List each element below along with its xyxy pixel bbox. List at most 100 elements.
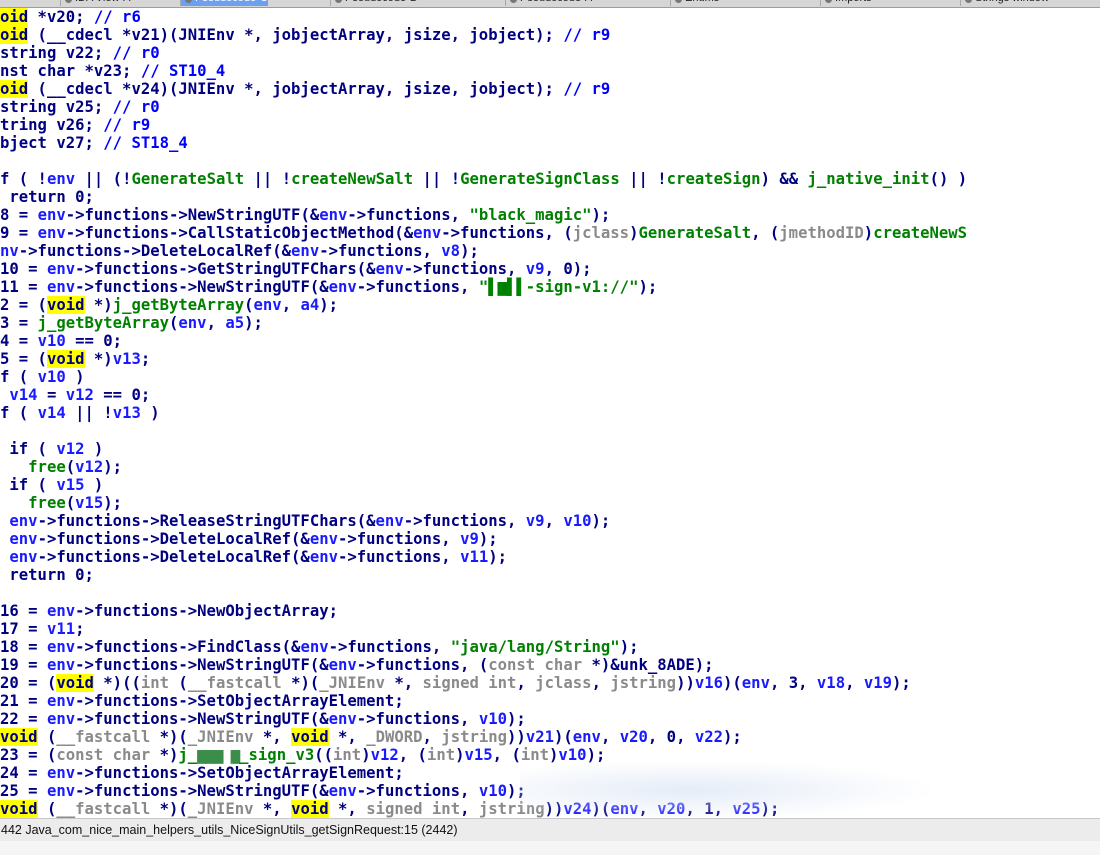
code-token: 2 = (	[0, 296, 47, 314]
code-line[interactable]: nst char *v23; // ST10_4	[0, 62, 225, 80]
code-line[interactable]: 25 = env->functions->NewStringUTF(&env->…	[0, 782, 526, 800]
code-line[interactable]: v14 = v12 == 0;	[0, 386, 150, 404]
code-line[interactable]: void (__fastcall *)(_JNIEnv *, void *, s…	[0, 800, 779, 818]
code-line[interactable]: 22 = env->functions->NewStringUTF(&env->…	[0, 710, 526, 728]
code-line[interactable]: 18 = env->functions->FindClass(&env->fun…	[0, 638, 638, 656]
tab-pseudocode-b[interactable]: Pseudocode-B	[330, 0, 417, 6]
code-line[interactable]: env->functions->DeleteLocalRef(&env->fun…	[0, 530, 497, 548]
code-line[interactable]: 3 = j_getByteArray(env, a5);	[0, 314, 263, 332]
code-line[interactable]: oid (__cdecl *v24)(JNIEnv *, jobjectArra…	[0, 80, 610, 98]
code-line[interactable]: 20 = (void *)((int (__fastcall *)(_JNIEn…	[0, 674, 911, 692]
code-token: v20	[657, 800, 686, 818]
code-token: v10	[558, 746, 587, 764]
code-token: ->functions,	[356, 782, 479, 800]
code-token: 18 =	[0, 638, 47, 656]
code-token: signed int	[366, 800, 461, 818]
code-token: ,	[544, 512, 564, 530]
code-token: oid	[0, 8, 29, 26]
code-token: jmethodID	[779, 224, 864, 242]
code-line[interactable]: nv->functions->DeleteLocalRef(&env->func…	[0, 242, 479, 260]
tab-icon	[825, 0, 832, 3]
code-line[interactable]: 8 = env->functions->NewStringUTF(&env->f…	[0, 206, 610, 224]
code-token: (	[65, 458, 76, 476]
code-token: void	[291, 728, 329, 746]
code-token: (__cdecl *v24)(JNIEnv *, jobjectArray, j…	[28, 80, 564, 98]
code-token: // r9	[563, 26, 611, 44]
code-line[interactable]: f ( v14 || !v13 )	[0, 404, 160, 422]
code-token: f ( !	[0, 170, 47, 188]
code-token: env	[46, 602, 76, 620]
code-token: a4	[300, 296, 320, 314]
code-token: bject v27;	[0, 134, 104, 152]
code-token: *)(	[150, 728, 188, 746]
code-line[interactable]: free(v15);	[0, 494, 122, 512]
tab-pseudocode-a[interactable]: Pseudocode-A	[505, 0, 592, 6]
code-token: v12	[56, 440, 85, 458]
code-line[interactable]: string v25; // r0	[0, 98, 160, 116]
code-line[interactable]: 17 = v11;	[0, 620, 85, 638]
code-line[interactable]: 24 = env->functions->SetObjectArrayEleme…	[0, 764, 404, 782]
code-line[interactable]: 21 = env->functions->SetObjectArrayEleme…	[0, 692, 404, 710]
code-token: )	[65, 368, 85, 386]
code-line[interactable]: tring v26; // r9	[0, 116, 150, 134]
code-line[interactable]: oid (__cdecl *v21)(JNIEnv *, jobjectArra…	[0, 26, 610, 44]
code-line[interactable]: 10 = env->functions->GetStringUTFChars(&…	[0, 260, 592, 278]
code-line[interactable]: 9 = env->functions->CallStaticObjectMeth…	[0, 224, 967, 242]
code-token: () )	[929, 170, 968, 188]
tab-label: Pseudocode-B	[345, 0, 417, 4]
code-line[interactable]: return 0;	[0, 188, 94, 206]
code-line[interactable]: 19 = env->functions->NewStringUTF(&env->…	[0, 656, 714, 674]
code-line[interactable]: 2 = (void *)j_getByteArray(env, a4);	[0, 296, 338, 314]
code-line[interactable]: if ( v12 )	[0, 440, 103, 458]
code-token: )(	[554, 728, 573, 746]
code-line[interactable]: 5 = (void *)v13;	[0, 350, 150, 368]
code-token: "black_magic"	[469, 206, 592, 224]
code-token: "▌▆▌▌	[478, 278, 526, 296]
code-token: );	[103, 494, 123, 512]
code-line[interactable]: string v22; // r0	[0, 44, 160, 62]
code-token: 22 =	[0, 710, 47, 728]
code-token: // r6	[93, 8, 141, 26]
code-token: v12	[65, 386, 94, 404]
code-token: 17 =	[0, 620, 47, 638]
code-token: v18	[816, 674, 846, 692]
code-line[interactable]: free(v12);	[0, 458, 122, 476]
code-line[interactable]: return 0;	[0, 566, 94, 584]
code-line[interactable]: void (__fastcall *)(_JNIEnv *, void *, _…	[0, 728, 742, 746]
code-token: )	[863, 224, 874, 242]
tab-imports[interactable]: Imports	[820, 0, 872, 6]
code-line[interactable]: f ( v10 )	[0, 368, 85, 386]
code-token: v9	[525, 512, 545, 530]
code-token: free	[28, 458, 66, 476]
code-token: jclass	[535, 674, 592, 692]
tab-pseudocode-c[interactable]: Pseudocode-C	[180, 0, 268, 6]
code-token: -sign-v1://"	[525, 278, 639, 296]
code-token: createNewS	[873, 224, 968, 242]
pseudocode-view[interactable]: oid *v20; // r6 oid (__cdecl *v21)(JNIEnv…	[0, 8, 1100, 818]
code-line[interactable]: if ( v15 )	[0, 476, 103, 494]
code-token: );	[460, 242, 479, 260]
code-token: , (	[751, 224, 780, 242]
code-token: (	[37, 800, 57, 818]
code-line[interactable]: 4 = v10 == 0;	[0, 332, 122, 350]
tab-ida-view-a[interactable]: IDA View-A	[60, 0, 130, 6]
code-token: );	[694, 656, 714, 674]
code-token: __fastcall	[56, 800, 151, 818]
code-line[interactable]: oid *v20; // r6	[0, 8, 141, 26]
code-token: ->functions,	[338, 548, 461, 566]
code-line[interactable]: env->functions->DeleteLocalRef(&env->fun…	[0, 548, 507, 566]
code-line[interactable]: 16 = env->functions->NewObjectArray;	[0, 602, 338, 620]
code-token: 16 =	[0, 602, 47, 620]
code-token: void	[291, 800, 329, 818]
code-token: int	[520, 746, 550, 764]
tab-label: Enums	[685, 0, 719, 4]
code-line[interactable]: bject v27; // ST18_4	[0, 134, 188, 152]
tab-strings-window[interactable]: Strings window	[960, 0, 1049, 6]
tab-enums[interactable]: Enums	[670, 0, 719, 6]
code-line[interactable]: 11 = env->functions->NewStringUTF(&env->…	[0, 278, 657, 296]
code-line[interactable]: 23 = (const char *)j_▆▆▆ ▆_sign_v3((int)…	[0, 746, 605, 764]
code-line[interactable]: env->functions->ReleaseStringUTFChars(&e…	[0, 512, 610, 530]
code-token: createNewSalt	[291, 170, 414, 188]
code-token: env	[37, 206, 66, 224]
code-line[interactable]: f ( !env || (!GenerateSalt || !createNew…	[0, 170, 967, 188]
